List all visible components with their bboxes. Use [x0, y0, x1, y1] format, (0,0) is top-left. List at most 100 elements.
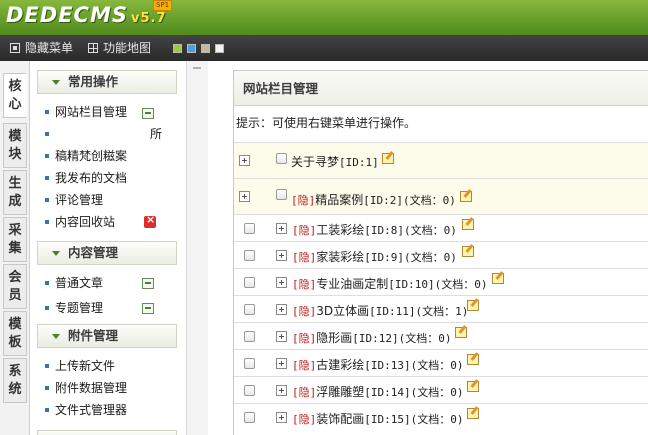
- tab-collect[interactable]: 采 集: [3, 217, 27, 262]
- doc-count: (文档：0): [403, 194, 456, 207]
- bullet-icon: [45, 110, 49, 114]
- edit-icon[interactable]: [455, 327, 467, 338]
- expand-icon[interactable]: [276, 358, 287, 369]
- row-checkbox[interactable]: [244, 412, 255, 423]
- bullet-icon: [45, 220, 49, 224]
- column-link[interactable]: [隐]古建彩绘[ID:13](文档：0): [292, 356, 464, 373]
- scroll-handle[interactable]: [193, 67, 201, 69]
- bullet-icon: [45, 364, 49, 368]
- column-link[interactable]: [隐]隐形画[ID:12](文档：0): [292, 329, 452, 346]
- column-link[interactable]: [隐]3D立体画[ID:11](文档：1): [292, 302, 468, 319]
- column-id: [ID:9]: [364, 251, 405, 264]
- row-checkbox[interactable]: [244, 223, 255, 234]
- column-id: [ID:1]: [339, 156, 379, 169]
- sidebar-item-pending[interactable]: 稿精梵创糍案: [45, 146, 127, 166]
- bullet-icon: [45, 306, 49, 310]
- sidebar-scrollbar[interactable]: [186, 61, 208, 435]
- sidebar-item-file-manager[interactable]: 文件式管理器: [45, 400, 127, 420]
- column-name: 浮雕雕塑: [316, 385, 365, 399]
- sidebar-item-label: 所: [150, 127, 163, 141]
- expand-icon[interactable]: [276, 412, 287, 423]
- expand-icon[interactable]: [276, 304, 287, 315]
- sidebar-item-topics[interactable]: 专题管理: [45, 298, 103, 318]
- function-map-button[interactable]: 功能地图: [88, 39, 151, 57]
- sp-badge: SP1: [153, 0, 173, 11]
- row-checkbox[interactable]: [244, 277, 255, 288]
- edit-icon[interactable]: [462, 219, 474, 230]
- column-link[interactable]: [隐]专业油画定制[ID:10](文档：0): [292, 275, 488, 292]
- section-content-manage[interactable]: 内容管理: [37, 241, 177, 265]
- sidebar-item-recycle[interactable]: 内容回收站: [45, 212, 115, 232]
- sidebar-item-my-docs[interactable]: 我发布的文档: [45, 168, 127, 188]
- expand-icon[interactable]: [239, 191, 250, 202]
- sidebar-item-label: 专题管理: [55, 301, 104, 315]
- expand-icon[interactable]: [276, 331, 287, 342]
- table-row: [隐]3D立体画[ID:11](文档：1): [234, 295, 648, 322]
- add-topic-icon[interactable]: [142, 303, 154, 314]
- expand-icon[interactable]: [276, 385, 287, 396]
- column-link[interactable]: [隐]装饰配画[ID:15](文档：0): [292, 410, 464, 427]
- expand-icon[interactable]: [276, 223, 287, 234]
- tab-generate-label: 生 成: [8, 176, 22, 209]
- tab-core[interactable]: 核 心: [3, 73, 27, 118]
- expand-icon[interactable]: [239, 155, 250, 166]
- row-checkbox[interactable]: [276, 153, 287, 164]
- tab-member[interactable]: 会 员: [3, 264, 27, 309]
- expand-icon[interactable]: [276, 277, 287, 288]
- column-id: [ID:13]: [364, 359, 411, 372]
- menu-bar: 隐藏菜单 功能地图: [0, 35, 648, 61]
- row-checkbox[interactable]: [244, 304, 255, 315]
- edit-icon[interactable]: [382, 153, 394, 164]
- column-link[interactable]: [隐]家装彩绘[ID:9](文档：0): [292, 248, 457, 265]
- tab-generate[interactable]: 生 成: [3, 170, 27, 215]
- edit-icon[interactable]: [462, 246, 474, 257]
- tab-member-label: 会 员: [8, 270, 22, 303]
- hide-menu-button[interactable]: 隐藏菜单: [10, 39, 73, 57]
- tab-module[interactable]: 模 块: [3, 123, 27, 168]
- doc-count: (文档：0): [410, 359, 464, 372]
- skin-blue-swatch[interactable]: [187, 44, 196, 53]
- edit-icon[interactable]: [467, 354, 479, 365]
- add-article-icon[interactable]: [142, 278, 154, 289]
- column-link[interactable]: 关于寻梦[ID:1]: [291, 153, 379, 170]
- column-link[interactable]: [隐]工装彩绘[ID:8](文档：0): [292, 221, 457, 238]
- table-row: [隐]装饰配画[ID:15](文档：0): [234, 403, 648, 435]
- edit-icon[interactable]: [467, 408, 479, 419]
- skin-tan-swatch[interactable]: [201, 44, 210, 53]
- sidebar-item-upload[interactable]: 上传新文件: [45, 356, 115, 376]
- table-row: [隐]隐形画[ID:12](文档：0): [234, 322, 648, 349]
- edit-icon[interactable]: [460, 191, 472, 202]
- column-id: [ID:11]: [369, 305, 416, 318]
- tab-system[interactable]: 系 统: [3, 358, 27, 403]
- edit-icon[interactable]: [467, 300, 479, 311]
- column-id: [ID:8]: [364, 224, 405, 237]
- edit-icon[interactable]: [492, 273, 504, 284]
- function-map-label: 功能地图: [103, 41, 152, 55]
- section-attachments[interactable]: 附件管理: [37, 324, 177, 348]
- column-link[interactable]: [隐]精品案例[ID:2](文档：0): [291, 191, 456, 208]
- doc-count: (文档：0): [404, 224, 457, 237]
- hidden-tag: [隐]: [292, 305, 317, 318]
- row-checkbox[interactable]: [244, 385, 255, 396]
- section-common-ops[interactable]: 常用操作: [37, 70, 177, 94]
- skin-white-swatch[interactable]: [215, 44, 224, 53]
- skin-green-swatch[interactable]: [173, 44, 182, 53]
- chevron-down-icon: [52, 80, 60, 85]
- edit-icon[interactable]: [467, 381, 479, 392]
- sidebar-item-column-manage[interactable]: 网站栏目管理: [45, 102, 127, 122]
- row-checkbox[interactable]: [244, 331, 255, 342]
- row-checkbox[interactable]: [244, 358, 255, 369]
- column-link[interactable]: [隐]浮雕雕塑[ID:14](文档：0): [292, 383, 464, 400]
- column-name: 装饰配画: [316, 412, 365, 426]
- row-checkbox[interactable]: [276, 189, 287, 200]
- sidebar-item-comments[interactable]: 评论管理: [45, 190, 103, 210]
- sidebar-item-articles[interactable]: 普通文章: [45, 273, 103, 293]
- sidebar-item-all[interactable]: 所: [45, 124, 162, 144]
- add-column-icon[interactable]: [142, 108, 154, 119]
- row-checkbox[interactable]: [244, 250, 255, 261]
- tab-template[interactable]: 模 板: [3, 311, 27, 356]
- sidebar-item-attach-data[interactable]: 附件数据管理: [45, 378, 127, 398]
- clear-recycle-icon[interactable]: [144, 213, 156, 228]
- column-id: [ID:10]: [388, 278, 435, 291]
- expand-icon[interactable]: [276, 250, 287, 261]
